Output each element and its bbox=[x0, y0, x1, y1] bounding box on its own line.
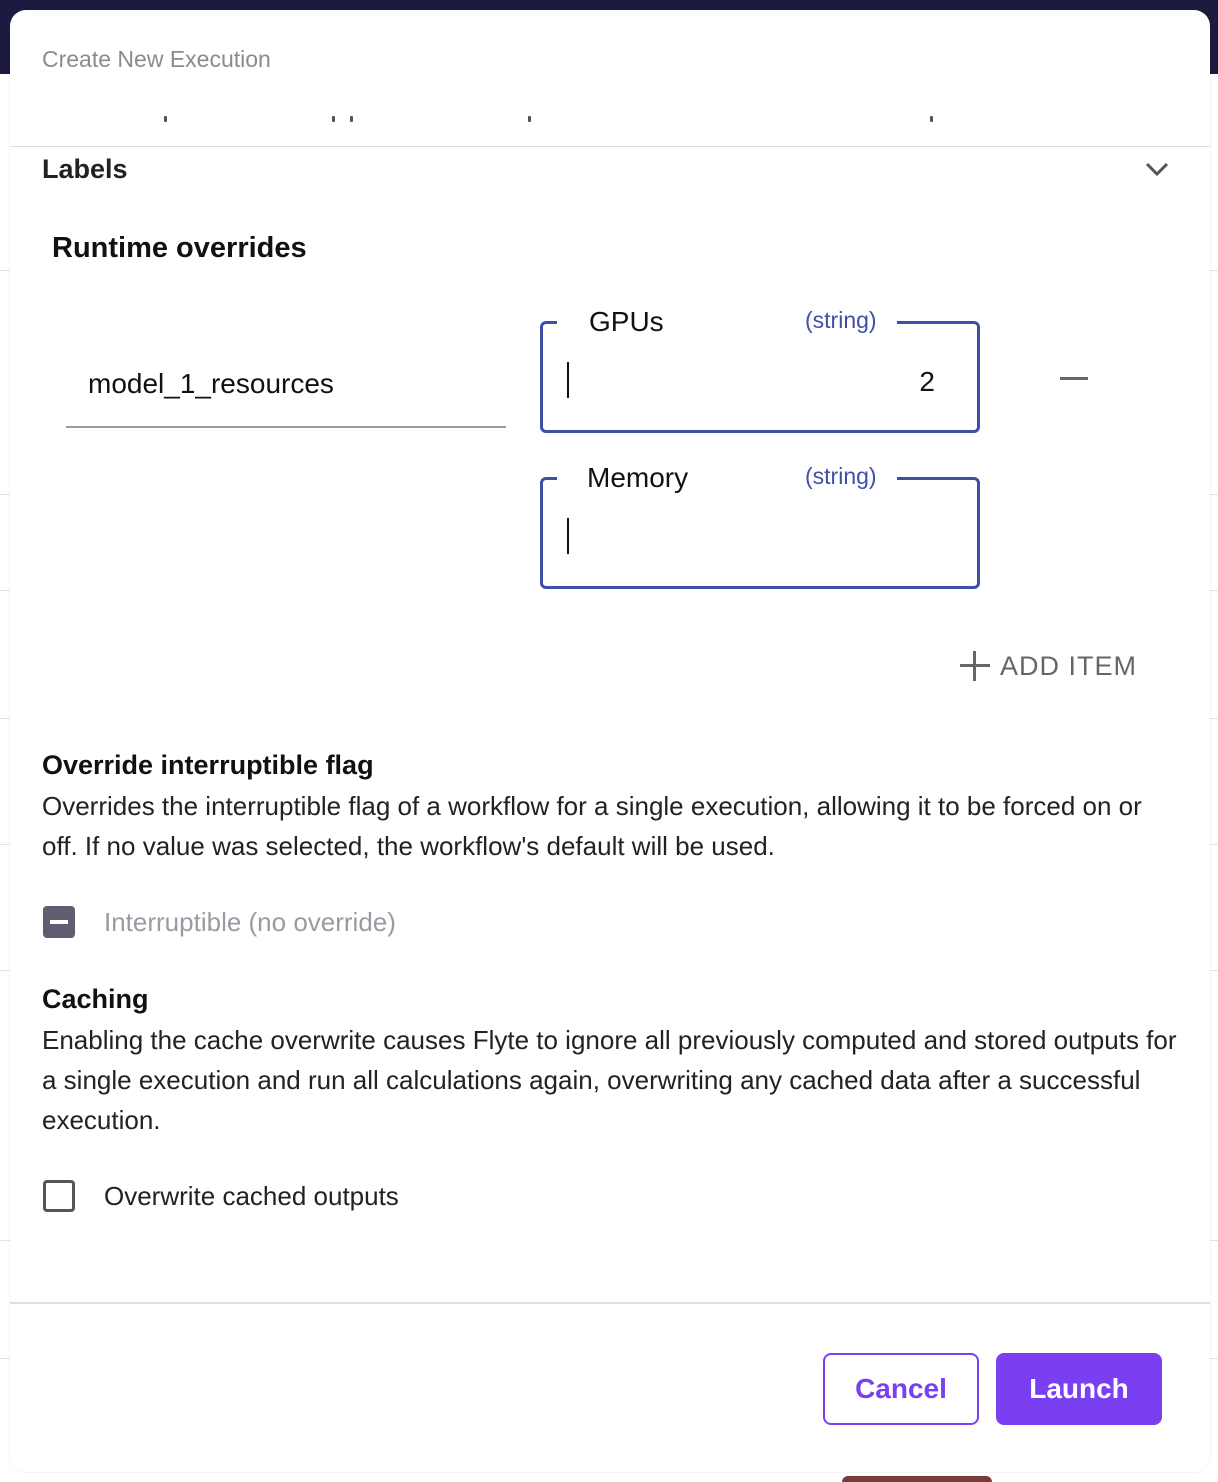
memory-type: (string) bbox=[801, 463, 881, 490]
caching-description: Enabling the cache overwrite causes Flyt… bbox=[42, 1025, 1177, 1135]
override-key-value: model_1_resources bbox=[88, 368, 334, 399]
add-item-button[interactable]: ADD ITEM bbox=[960, 646, 1137, 686]
overwrite-cache-checkbox[interactable] bbox=[43, 1180, 75, 1212]
gpus-value: 2 bbox=[919, 366, 935, 397]
interruptible-checkbox-label[interactable]: Interruptible (no override) bbox=[104, 907, 396, 938]
footer-divider bbox=[10, 1302, 1210, 1304]
text-caret bbox=[567, 362, 569, 398]
labels-title: Labels bbox=[42, 154, 128, 184]
remove-item-button[interactable] bbox=[1054, 360, 1094, 400]
memory-field[interactable]: Memory (string) bbox=[540, 462, 980, 589]
gpus-field[interactable]: GPUs (string) 2 bbox=[540, 306, 980, 433]
add-item-label: ADD ITEM bbox=[1000, 650, 1138, 681]
override-key-input[interactable]: model_1_resources bbox=[66, 360, 506, 428]
scrolled-content-edge bbox=[10, 106, 1210, 126]
gpus-type: (string) bbox=[801, 307, 881, 334]
chevron-down-icon[interactable] bbox=[1142, 154, 1172, 184]
minus-icon bbox=[1060, 377, 1088, 380]
cancel-button[interactable]: Cancel bbox=[823, 1353, 979, 1425]
text-caret bbox=[567, 518, 569, 554]
memory-label: Memory bbox=[583, 462, 693, 494]
background-chip bbox=[842, 1476, 992, 1482]
create-execution-dialog: Create New Execution Labels Runtime over… bbox=[10, 10, 1210, 1472]
dialog-title: Create New Execution bbox=[42, 46, 271, 72]
caching-title: Caching bbox=[42, 984, 149, 1014]
overwrite-cache-label[interactable]: Overwrite cached outputs bbox=[104, 1181, 399, 1212]
gpus-label: GPUs bbox=[585, 306, 668, 338]
labels-accordion[interactable]: Labels bbox=[42, 144, 1172, 194]
plus-icon bbox=[960, 651, 990, 681]
interruptible-checkbox[interactable] bbox=[43, 906, 75, 938]
runtime-overrides-title: Runtime overrides bbox=[52, 232, 307, 264]
launch-button[interactable]: Launch bbox=[996, 1353, 1162, 1425]
interruptible-description: Overrides the interruptible flag of a wo… bbox=[42, 791, 1142, 861]
interruptible-title: Override interruptible flag bbox=[42, 750, 374, 780]
